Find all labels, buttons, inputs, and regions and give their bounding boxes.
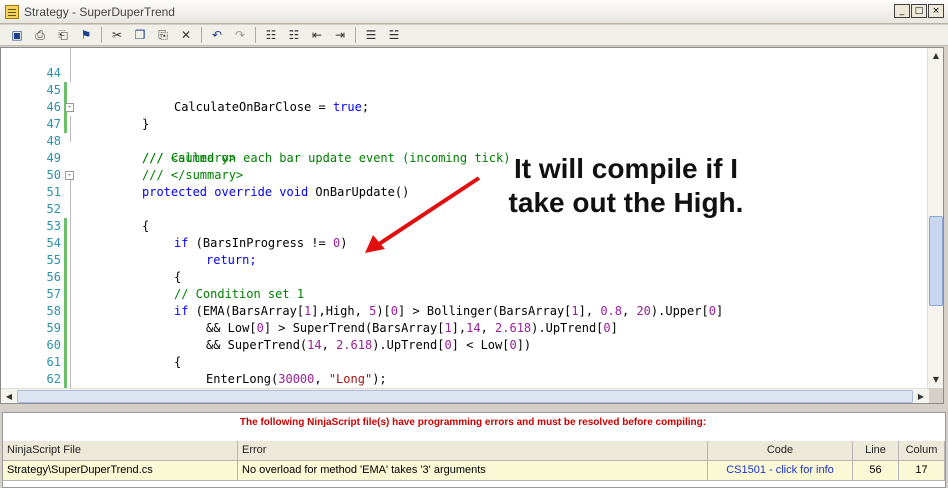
horizontal-scrollbar[interactable]: ◀ ▶ bbox=[1, 388, 929, 403]
code-editor[interactable]: 44 CalculateOnBarClose = true; 45 } 46 4… bbox=[0, 47, 944, 404]
error-code-link[interactable]: CS1501 - click for info bbox=[708, 461, 853, 481]
save-icon[interactable]: ▣ bbox=[8, 26, 26, 44]
scroll-down-icon[interactable]: ▼ bbox=[928, 372, 943, 388]
code-line: 63 bbox=[1, 371, 929, 403]
column-header-file[interactable]: NinjaScript File bbox=[3, 441, 238, 461]
vertical-scrollbar[interactable]: ▲ ▼ bbox=[927, 48, 943, 388]
error-description-cell: No overload for method 'EMA' takes '3' a… bbox=[238, 461, 708, 481]
print-preview-icon[interactable]: ⎗ bbox=[54, 26, 72, 44]
toolbar-separator bbox=[255, 27, 256, 43]
panel-splitter[interactable] bbox=[0, 404, 948, 412]
print-icon[interactable]: ⎙ bbox=[31, 26, 49, 44]
column-header-line[interactable]: Line bbox=[853, 441, 899, 461]
redo-icon[interactable]: ↷ bbox=[231, 26, 249, 44]
cut-icon[interactable]: ✂ bbox=[108, 26, 126, 44]
toolbar-separator bbox=[101, 27, 102, 43]
collapse-region-icon[interactable]: - bbox=[65, 103, 74, 112]
code-line: 48 /// Called on each bar update event (… bbox=[1, 116, 929, 165]
code-line: 47 - /// <summary> bbox=[1, 99, 929, 166]
error-grid-header: NinjaScript File Error Code Line Colum bbox=[3, 441, 945, 461]
toggle-bookmark-icon[interactable]: ☷ bbox=[262, 26, 280, 44]
code-line: 61 } bbox=[1, 337, 929, 403]
window-title: Strategy - SuperDuperTrend bbox=[24, 4, 175, 19]
window-controls: _ □ × bbox=[894, 4, 944, 18]
scroll-up-icon[interactable]: ▲ bbox=[928, 48, 943, 64]
column-header-code[interactable]: Code bbox=[708, 441, 853, 461]
code-line: 49 /// </summary> bbox=[1, 133, 929, 182]
minimize-button[interactable]: _ bbox=[894, 4, 910, 18]
code-line: 44 CalculateOnBarClose = true; bbox=[1, 48, 929, 114]
error-line-cell: 56 bbox=[853, 461, 899, 481]
code-line: 53 return; bbox=[1, 201, 929, 267]
column-header-error[interactable]: Error bbox=[238, 441, 708, 461]
paste-icon[interactable]: ⎘ bbox=[154, 26, 172, 44]
code-line: 58 && SuperTrend(14, 2.618).UpTrend[0] <… bbox=[1, 286, 929, 352]
annotation-line-1: It will compile if I bbox=[513, 153, 739, 184]
horizontal-scroll-thumb[interactable] bbox=[17, 390, 913, 403]
code-line: 62 bbox=[1, 354, 929, 403]
scroll-left-icon[interactable]: ◀ bbox=[1, 389, 17, 403]
code-line: 57 && Low[0] > SuperTrend(BarsArray[1],1… bbox=[1, 269, 929, 335]
error-column-cell: 17 bbox=[899, 461, 945, 481]
code-line: 60 EnterLong(30000, "Long"); bbox=[1, 320, 929, 386]
error-grid: NinjaScript File Error Code Line Colum S… bbox=[3, 441, 945, 481]
delete-icon[interactable]: ✕ bbox=[177, 26, 195, 44]
toolbar-separator bbox=[201, 27, 202, 43]
code-line: 56 if (EMA(BarsArray[1],High, 5)[0] > Bo… bbox=[1, 252, 929, 318]
vertical-scroll-thumb[interactable] bbox=[929, 216, 943, 306]
code-line: 55 // Condition set 1 bbox=[1, 235, 929, 301]
scrollbar-corner bbox=[929, 388, 943, 403]
code-line: 50 protected override void OnBarUpdate() bbox=[1, 150, 929, 199]
comment-icon[interactable]: ☰ bbox=[362, 26, 380, 44]
code-line: 51 - { bbox=[1, 167, 929, 234]
scroll-right-icon[interactable]: ▶ bbox=[913, 389, 929, 403]
annotation-text: It will compile if I take out the High. bbox=[471, 152, 781, 220]
copy-icon[interactable]: ❐ bbox=[131, 26, 149, 44]
code-line: 45 } bbox=[1, 65, 929, 131]
code-line: 59 { bbox=[1, 303, 929, 369]
uncomment-icon[interactable]: ☱ bbox=[385, 26, 403, 44]
collapse-region-icon[interactable]: - bbox=[65, 171, 74, 180]
outdent-icon[interactable]: ⇤ bbox=[308, 26, 326, 44]
error-message: The following NinjaScript file(s) have p… bbox=[239, 417, 707, 428]
maximize-button[interactable]: □ bbox=[911, 4, 927, 18]
error-file-cell: Strategy\SuperDuperTrend.cs bbox=[3, 461, 238, 481]
code-line: 46 bbox=[1, 82, 929, 133]
error-panel: The following NinjaScript file(s) have p… bbox=[2, 412, 946, 488]
title-bar: Strategy - SuperDuperTrend _ □ × bbox=[0, 0, 948, 24]
undo-icon[interactable]: ↶ bbox=[208, 26, 226, 44]
annotation-line-2: take out the High. bbox=[508, 187, 744, 218]
editor-toolbar: ▣ ⎙ ⎗ ⚑ ✂ ❐ ⎘ ✕ ↶ ↷ ☷ ☷ ⇤ ⇥ ☰ ☱ bbox=[0, 25, 948, 46]
indent-icon[interactable]: ⇥ bbox=[331, 26, 349, 44]
compile-icon[interactable]: ⚑ bbox=[77, 26, 95, 44]
strategy-app-icon bbox=[5, 4, 19, 19]
close-button[interactable]: × bbox=[928, 4, 944, 18]
code-line: 52 if (BarsInProgress != 0) bbox=[1, 184, 929, 250]
toolbar-separator bbox=[355, 27, 356, 43]
bookmarks-icon[interactable]: ☷ bbox=[285, 26, 303, 44]
column-header-column[interactable]: Colum bbox=[899, 441, 945, 461]
table-row[interactable]: Strategy\SuperDuperTrend.cs No overload … bbox=[3, 461, 945, 481]
code-line: 54 { bbox=[1, 218, 929, 284]
